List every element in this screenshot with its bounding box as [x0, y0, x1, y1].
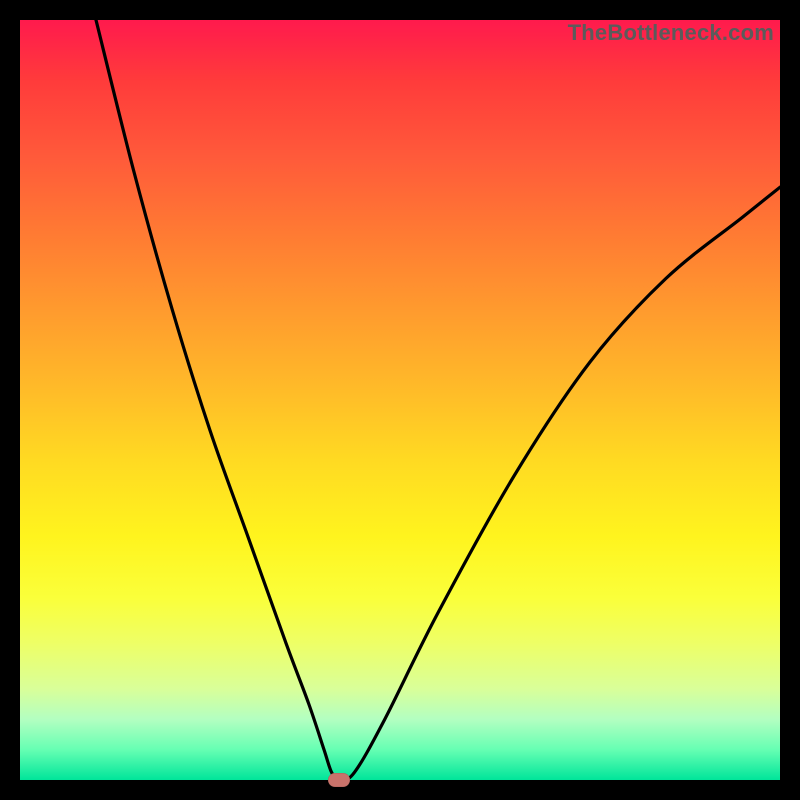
- bottleneck-curve: [20, 20, 780, 780]
- chart-frame: TheBottleneck.com: [0, 0, 800, 800]
- optimum-marker: [328, 773, 350, 787]
- plot-area: TheBottleneck.com: [20, 20, 780, 780]
